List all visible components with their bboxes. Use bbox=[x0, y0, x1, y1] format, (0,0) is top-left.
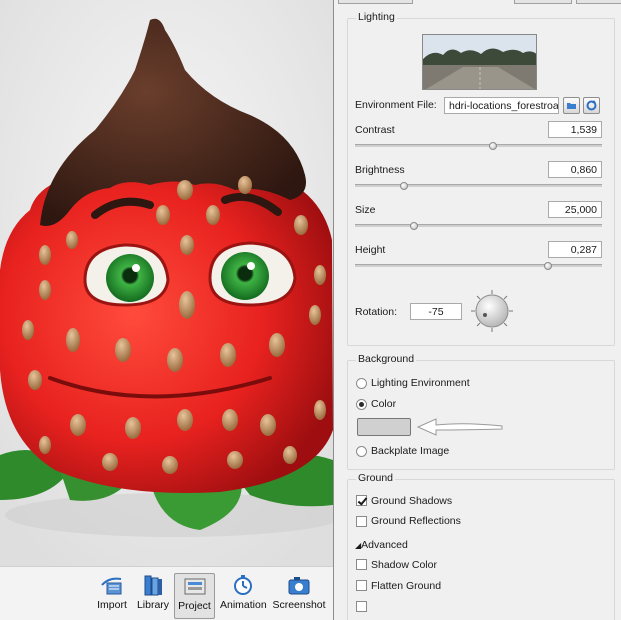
rotation-dial[interactable] bbox=[470, 289, 514, 333]
import-label: Import bbox=[97, 599, 127, 611]
contrast-slider[interactable] bbox=[355, 144, 602, 147]
color-label: Color bbox=[371, 398, 397, 410]
hdri-preview-image bbox=[422, 34, 537, 90]
lighting-title: Lighting bbox=[356, 11, 397, 23]
rotation-input[interactable]: -75 bbox=[410, 303, 462, 320]
size-label: Size bbox=[355, 204, 376, 216]
size-input[interactable]: 25,000 bbox=[548, 201, 602, 218]
height-slider[interactable] bbox=[355, 264, 602, 267]
import-button[interactable]: Import bbox=[92, 573, 132, 619]
shadow-color-checkbox[interactable] bbox=[356, 559, 367, 570]
library-icon bbox=[144, 575, 162, 596]
advanced-label: Advanced bbox=[361, 539, 408, 551]
refresh-icon bbox=[586, 100, 597, 111]
size-slider[interactable] bbox=[355, 224, 602, 227]
background-color-swatch[interactable] bbox=[357, 418, 411, 436]
height-slider-thumb[interactable] bbox=[543, 262, 552, 270]
screenshot-button[interactable]: Screenshot bbox=[272, 573, 326, 619]
animation-button[interactable]: Animation bbox=[220, 573, 267, 619]
bottom-toolbar: Import Library Project Animation Screens… bbox=[0, 566, 333, 620]
screenshot-label: Screenshot bbox=[272, 599, 326, 611]
library-button[interactable]: Library bbox=[134, 573, 172, 619]
project-icon bbox=[184, 578, 205, 595]
height-input[interactable]: 0,287 bbox=[548, 241, 602, 258]
radio-color[interactable] bbox=[356, 399, 367, 410]
environment-file-label: Environment File: bbox=[355, 99, 437, 111]
ground-shadows-checkbox[interactable] bbox=[356, 495, 367, 506]
import-icon bbox=[101, 577, 122, 595]
library-label: Library bbox=[136, 599, 170, 611]
project-button[interactable]: Project bbox=[174, 573, 215, 619]
annotation-arrow bbox=[416, 418, 503, 436]
radio-backplate-image[interactable] bbox=[356, 446, 367, 457]
forest-road-panorama bbox=[423, 35, 536, 89]
tab-2[interactable] bbox=[514, 0, 572, 4]
tab-3[interactable] bbox=[576, 0, 621, 4]
reload-environment-button[interactable] bbox=[583, 97, 600, 114]
strawberry-character-render bbox=[0, 0, 333, 566]
browse-environment-button[interactable] bbox=[563, 97, 580, 114]
ground-title: Ground bbox=[356, 472, 396, 484]
flatten-ground-label: Flatten Ground bbox=[371, 580, 442, 592]
folder-icon bbox=[567, 103, 576, 109]
flatten-ground-checkbox[interactable] bbox=[356, 580, 367, 591]
partial-checkbox[interactable] bbox=[356, 601, 367, 612]
shadow-color-label: Shadow Color bbox=[371, 559, 437, 571]
brightness-input[interactable]: 0,860 bbox=[548, 161, 602, 178]
ground-shadows-label: Ground Shadows bbox=[371, 495, 453, 507]
brightness-slider[interactable] bbox=[355, 184, 602, 187]
3d-viewport[interactable] bbox=[0, 0, 333, 566]
contrast-label: Contrast bbox=[355, 124, 395, 136]
rotation-dial-marker bbox=[483, 313, 487, 317]
radio-lighting-environment[interactable] bbox=[356, 378, 367, 389]
tab-1[interactable] bbox=[338, 0, 413, 4]
lighting-environment-label: Lighting Environment bbox=[371, 377, 470, 389]
contrast-input[interactable]: 1,539 bbox=[548, 121, 602, 138]
animation-icon bbox=[234, 575, 252, 595]
project-label: Project bbox=[178, 600, 211, 612]
height-label: Height bbox=[355, 244, 386, 256]
ground-reflections-checkbox[interactable] bbox=[356, 516, 367, 527]
rotation-label: Rotation: bbox=[355, 306, 398, 318]
brightness-label: Brightness bbox=[355, 164, 405, 176]
background-title: Background bbox=[356, 353, 417, 365]
backplate-image-label: Backplate Image bbox=[371, 445, 450, 457]
screenshot-icon bbox=[288, 577, 310, 595]
environment-file-field[interactable]: hdri-locations_forestroad_ bbox=[444, 97, 559, 114]
advanced-toggle[interactable]: ◢Advanced bbox=[355, 539, 408, 551]
animation-label: Animation bbox=[220, 599, 267, 611]
ground-reflections-label: Ground Reflections bbox=[371, 515, 461, 527]
panel-tabs bbox=[334, 0, 621, 6]
